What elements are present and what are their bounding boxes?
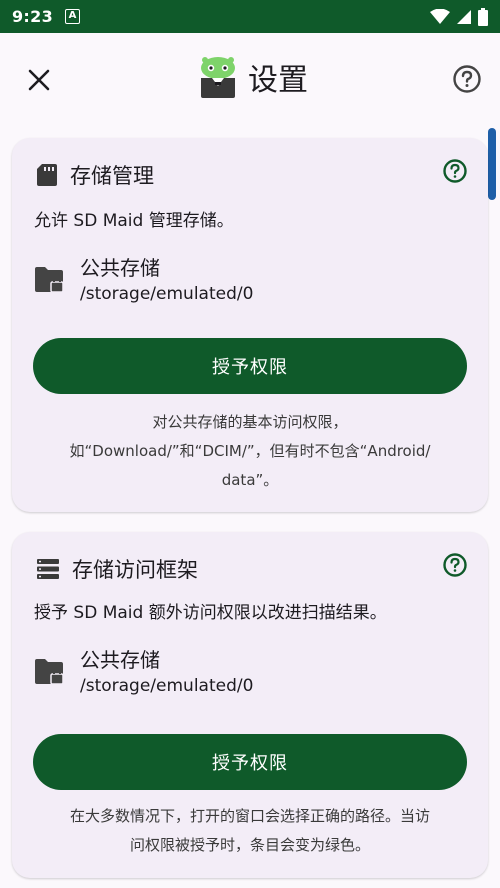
card-title: 存储访问框架 [72, 558, 198, 582]
storage-row: 公共存储 /storage/emulated/0 [34, 646, 253, 698]
help-circle-icon [453, 65, 481, 93]
a-box-icon: A [65, 9, 80, 24]
help-button[interactable] [450, 62, 484, 96]
sd-card-icon [37, 164, 57, 186]
card-note-line: 对公共存储的基本访问权限， [152, 413, 348, 431]
help-circle-icon[interactable] [442, 158, 468, 184]
title-wrap: 设置 [198, 55, 308, 99]
card-note: 对公共存储的基本访问权限， 如“Download/”和“DCIM/”，但有时不包… [32, 408, 468, 495]
card-note-line: 问权限被授予时，条目会变为绿色。 [129, 836, 370, 854]
card-note-line: 如“Download/”和“DCIM/”，但有时不包含“Android/ [69, 442, 431, 460]
help-circle-icon[interactable] [442, 552, 468, 578]
storage-row: 公共存储 /storage/emulated/0 [34, 254, 253, 306]
card-note-line: data”。 [221, 471, 279, 489]
card-note-line: 在大多数情况下，打开的窗口会选择正确的路径。当访 [69, 807, 430, 825]
status-time: 9:23 [12, 7, 53, 26]
storage-text: 公共存储 /storage/emulated/0 [80, 646, 253, 698]
signal-icon [457, 9, 471, 24]
grant-permission-button[interactable]: 授予权限 [33, 338, 467, 394]
storage-name: 公共存储 [80, 648, 160, 672]
storage-text: 公共存储 /storage/emulated/0 [80, 254, 253, 306]
close-icon [28, 69, 50, 91]
wifi-icon [430, 8, 450, 24]
card-title: 存储管理 [70, 164, 154, 188]
status-bar: 9:23 A [0, 0, 500, 33]
folder-lock-icon [35, 267, 64, 293]
storage-path: /storage/emulated/0 [80, 284, 254, 304]
close-button[interactable] [22, 63, 56, 97]
folder-lock-icon [35, 659, 64, 685]
card-description: 允许 SD Maid 管理存储。 [34, 211, 234, 231]
battery-icon [478, 7, 488, 26]
storage-list-icon [37, 559, 59, 579]
scrollbar-track[interactable] [488, 128, 496, 888]
scrollbar-thumb[interactable] [488, 128, 496, 200]
sd-maid-logo [201, 57, 235, 98]
storage-name: 公共存储 [80, 256, 160, 280]
storage-path: /storage/emulated/0 [80, 676, 254, 696]
card-description: 授予 SD Maid 额外访问权限以改进扫描结果。 [34, 603, 387, 623]
page-title: 设置 [248, 63, 308, 98]
storage-access-framework-card: 存储访问框架 授予 SD Maid 额外访问权限以改进扫描结果。 公共存储 /s… [12, 532, 488, 878]
card-header: 存储管理 [36, 160, 154, 190]
app-bar: 设置 [0, 33, 500, 123]
card-note: 在大多数情况下，打开的窗口会选择正确的路径。当访 问权限被授予时，条目会变为绿色… [32, 802, 468, 860]
card-header: 存储访问框架 [36, 554, 198, 584]
storage-management-card: 存储管理 允许 SD Maid 管理存储。 公共存储 /storage/emul… [12, 138, 488, 512]
grant-permission-button[interactable]: 授予权限 [33, 734, 467, 790]
status-icons [430, 7, 488, 26]
